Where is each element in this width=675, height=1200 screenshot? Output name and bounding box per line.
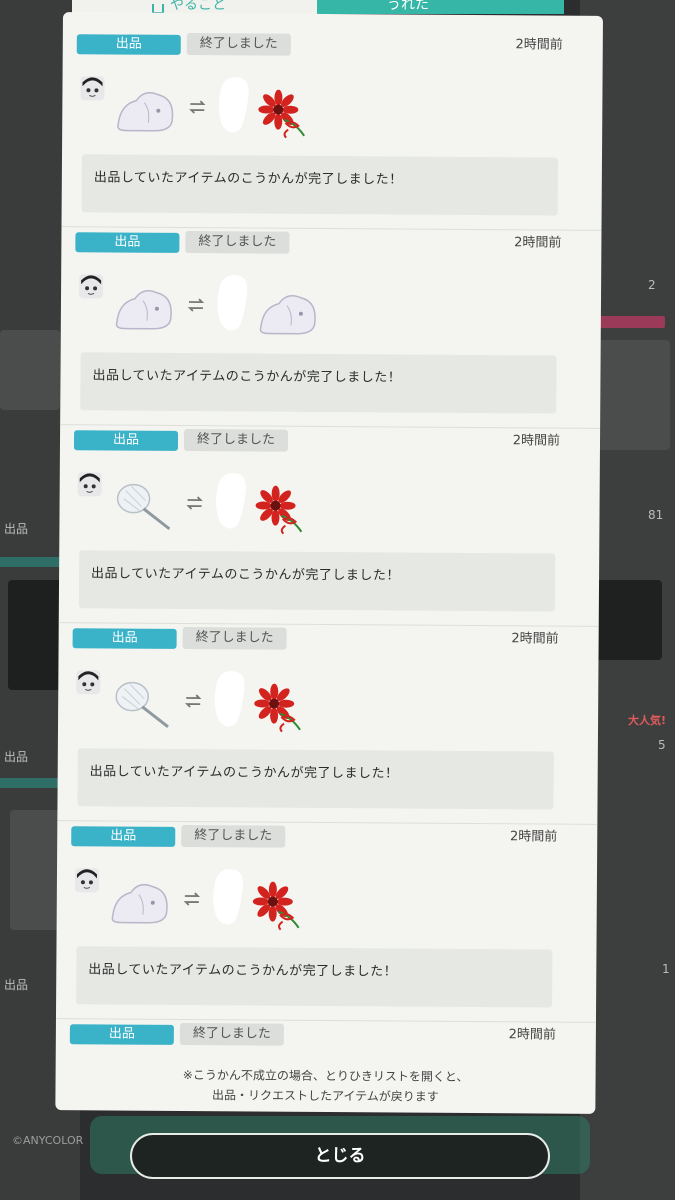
listing-type-badge: 出品 <box>73 430 179 451</box>
status-badge: 終了しました <box>185 230 290 254</box>
user-avatar-icon <box>77 272 105 300</box>
background-pink-label <box>595 316 665 328</box>
feather-duster-icon <box>110 678 174 729</box>
timestamp: 2時間前 <box>509 829 558 845</box>
ghost-plush-icon <box>257 287 316 337</box>
exchange-note-line2: 出品・リクエストしたアイテムが戻ります <box>211 1088 439 1104</box>
notification-dialog: 出品 終了しました 2時間前 出品していたアイテムのこうかんが完了しました！ 出品 終了… <box>55 12 603 1114</box>
swap-arrows-icon <box>188 99 206 114</box>
notification-card[interactable]: 出品 終了しました 2時間前 出品していたアイテムのこうかんが完了しました！ <box>58 424 601 627</box>
background-label: 出品 <box>4 750 29 764</box>
status-badge: 終了しました <box>181 824 286 848</box>
red-flower-icon <box>258 89 306 139</box>
notification-message: 出品していたアイテムのこうかんが完了しました！ <box>78 550 556 612</box>
timestamp: 2時間前 <box>508 1027 556 1043</box>
popular-badge: 大人気! <box>628 714 667 727</box>
tab-sold[interactable]: うれた <box>317 0 564 14</box>
listing-type-badge: 出品 <box>71 826 176 847</box>
status-badge: 終了しました <box>182 626 287 650</box>
listing-type-badge: 出品 <box>75 232 180 253</box>
swap-arrows-icon <box>186 495 204 510</box>
redaction-blob-icon <box>207 865 249 927</box>
redaction-blob-icon <box>212 73 254 135</box>
close-button[interactable]: とじる <box>130 1133 550 1179</box>
ghost-plush-icon <box>109 876 173 926</box>
swap-arrows-icon <box>184 693 202 708</box>
notification-card[interactable]: 出品 終了しました 2時間前 出品していたアイテムのこうかんが完了しました！ <box>61 28 603 231</box>
status-badge: 終了しました <box>179 1022 284 1046</box>
redaction-blob-icon <box>209 469 251 531</box>
tab-todo-label: やること <box>170 0 226 13</box>
background-label: 出品 <box>4 522 29 536</box>
swap-arrows-icon <box>187 297 205 312</box>
timestamp: 2時間前 <box>512 433 561 449</box>
timestamp: 2時間前 <box>515 37 563 53</box>
user-avatar-icon <box>73 866 101 894</box>
ghost-plush-icon <box>113 282 177 332</box>
listing-type-badge: 出品 <box>76 34 181 55</box>
notification-message: 出品していたアイテムのこうかんが完了しました！ <box>81 154 559 216</box>
listing-type-badge: 出品 <box>69 1024 174 1045</box>
notification-message: 出品していたアイテムのこうかんが完了しました！ <box>80 352 557 414</box>
background-count: 1 <box>662 962 670 976</box>
notification-card[interactable]: 出品 終了しました 2時間前 出品していたアイテムのこうかんが完了しました！ <box>60 226 602 429</box>
red-flower-icon <box>254 683 302 733</box>
redaction-blob-icon <box>208 667 250 729</box>
tab-sold-label: うれた <box>387 0 429 13</box>
swap-arrows-icon <box>183 891 201 906</box>
background-count: 2 <box>648 278 656 292</box>
redaction-blob-icon <box>211 271 253 333</box>
background-count: 5 <box>658 738 666 752</box>
background-item-tile <box>592 580 662 660</box>
background-item-tile <box>0 330 60 410</box>
red-flower-icon <box>255 485 303 535</box>
status-badge: 終了しました <box>186 32 291 56</box>
notification-card[interactable]: 出品 終了しました 2時間前 出品していたアイテムのこうかんが完了しました！ <box>55 820 598 1023</box>
timestamp: 2時間前 <box>511 631 559 647</box>
red-flower-icon <box>252 881 301 931</box>
timestamp: 2時間前 <box>514 235 562 251</box>
status-badge: 終了しました <box>183 428 289 452</box>
copyright-text: ©ANYCOLOR <box>12 1134 84 1147</box>
user-avatar-icon <box>76 470 104 498</box>
listing-type-badge: 出品 <box>72 628 177 649</box>
background-item-tile <box>590 340 670 450</box>
background-count: 81 <box>648 508 664 522</box>
background-label: 出品 <box>4 978 29 992</box>
notification-card[interactable]: 出品 終了しました 2時間前 出品していたアイテムのこうかんが完了しました！ <box>57 622 599 825</box>
notification-message: 出品していたアイテムのこうかんが完了しました！ <box>76 946 553 1008</box>
ghost-plush-icon <box>114 84 178 134</box>
user-avatar-icon <box>78 74 106 102</box>
notification-message: 出品していたアイテムのこうかんが完了しました！ <box>77 748 554 810</box>
user-avatar-icon <box>74 668 102 696</box>
feather-duster-icon <box>111 480 175 531</box>
